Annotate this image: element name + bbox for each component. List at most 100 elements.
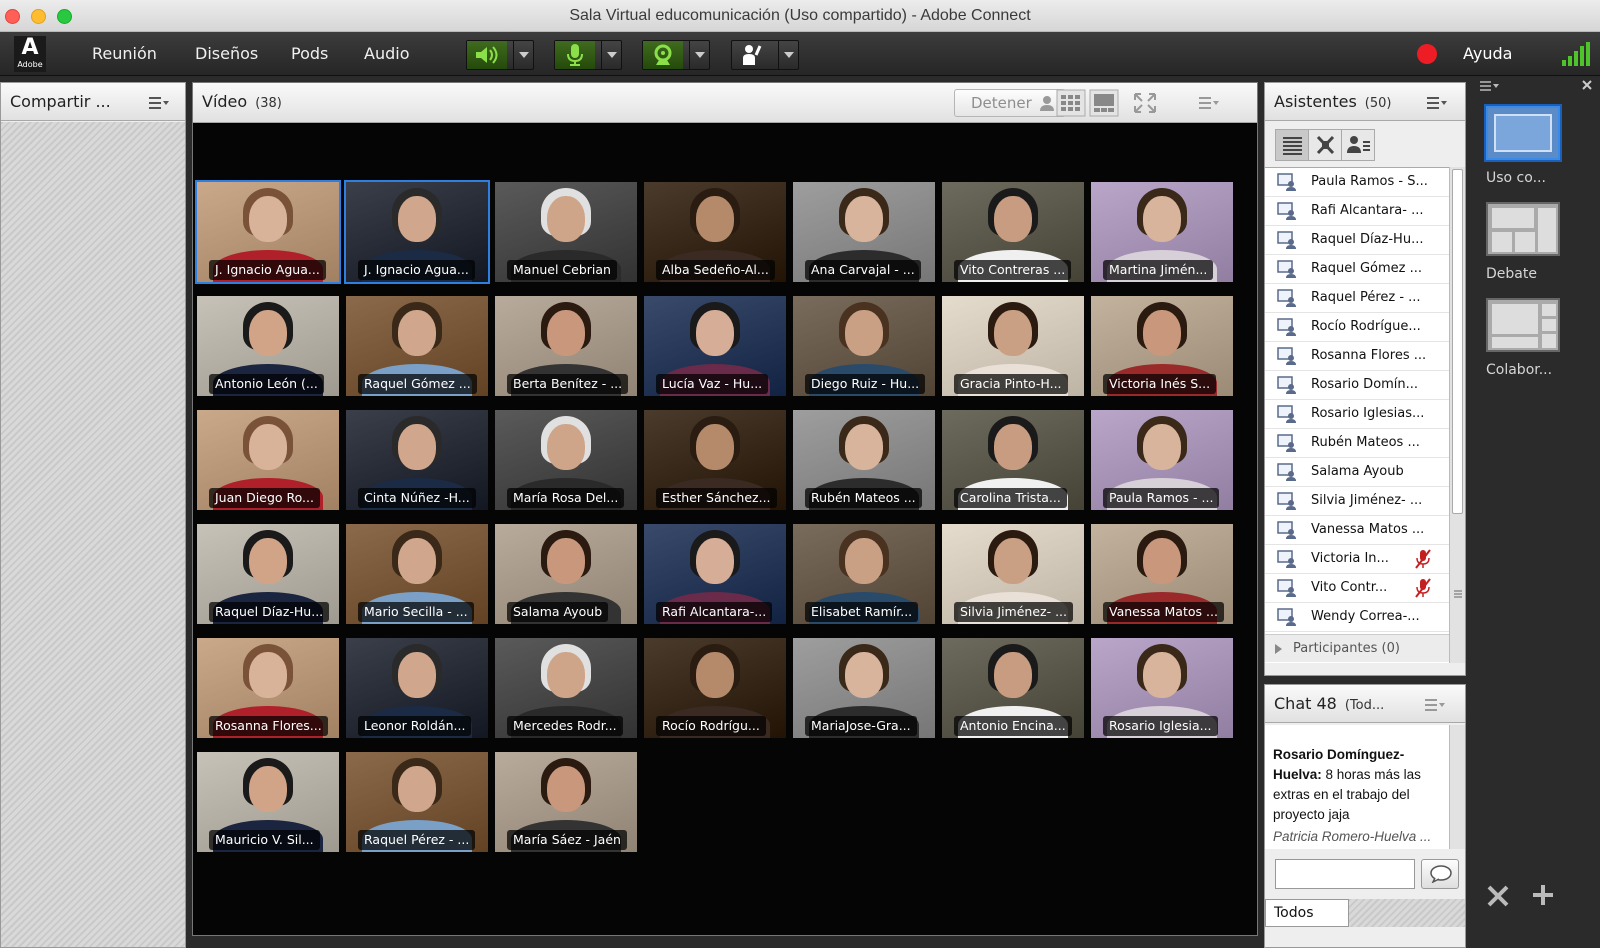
video-tile[interactable]: Vanessa Matos ... bbox=[1091, 524, 1233, 624]
microphone-dropdown[interactable] bbox=[601, 41, 621, 69]
stop-webcam-button[interactable]: Detener bbox=[954, 89, 1066, 117]
scrollbar-thumb[interactable] bbox=[1452, 169, 1463, 514]
attendee-role-icon bbox=[1277, 173, 1296, 191]
video-tile-name: Raquel Díaz-Hu... bbox=[209, 602, 330, 622]
camera-button[interactable] bbox=[642, 40, 710, 70]
status-dropdown[interactable] bbox=[778, 41, 798, 69]
camera-dropdown[interactable] bbox=[689, 41, 709, 69]
fullscreen-icon[interactable] bbox=[1130, 89, 1160, 117]
video-tile[interactable]: Gracia Pinto-H... bbox=[942, 296, 1084, 396]
video-tile-name: Juan Diego Ro... bbox=[209, 488, 320, 508]
pod-options-menu-icon[interactable] bbox=[1425, 698, 1445, 712]
video-tile[interactable]: Raquel Pérez - ... bbox=[346, 752, 488, 852]
layout-tools-icon[interactable] bbox=[1486, 884, 1510, 908]
pod-options-menu-icon[interactable] bbox=[1427, 96, 1447, 110]
layout-option[interactable]: Uso co... bbox=[1486, 106, 1564, 186]
attendee-row[interactable]: Raquel Díaz-Hu... bbox=[1265, 226, 1449, 255]
video-tile[interactable]: María Sáez - Jaén bbox=[495, 752, 637, 852]
video-tile[interactable]: Paula Ramos - ... bbox=[1091, 410, 1233, 510]
pod-options-menu-icon[interactable] bbox=[1199, 96, 1219, 110]
participant-face bbox=[398, 424, 436, 470]
chat-messages: Rosario Domínguez-Huelva: 8 horas más la… bbox=[1265, 725, 1449, 849]
attendee-row[interactable]: Vanessa Matos ... bbox=[1265, 516, 1449, 545]
add-layout-icon[interactable] bbox=[1532, 884, 1554, 906]
grid-view-icon[interactable] bbox=[1056, 89, 1086, 117]
attendee-row[interactable]: Wendy Correa-... bbox=[1265, 603, 1449, 632]
video-tile[interactable]: Diego Ruiz - Hu... bbox=[793, 296, 935, 396]
video-tile[interactable]: Leonor Roldán... bbox=[346, 638, 488, 738]
video-tile[interactable]: Mario Secilla - ... bbox=[346, 524, 488, 624]
video-tile[interactable]: J. Ignacio Agua... bbox=[344, 180, 490, 284]
video-tile[interactable]: Rosanna Flores... bbox=[197, 638, 339, 738]
video-tile[interactable]: Raquel Gómez ... bbox=[346, 296, 488, 396]
attendee-row[interactable]: Paula Ramos - S... bbox=[1265, 168, 1449, 197]
layout-option[interactable]: Colabor... bbox=[1486, 298, 1564, 378]
attendee-row[interactable]: Rosanna Flores ... bbox=[1265, 342, 1449, 371]
help-menu[interactable]: Ayuda bbox=[1463, 44, 1512, 63]
attendee-row[interactable]: Rubén Mateos ... bbox=[1265, 429, 1449, 458]
attendee-row[interactable]: Silvia Jiménez- ... bbox=[1265, 487, 1449, 516]
menu-reunion[interactable]: Reunión bbox=[92, 44, 157, 63]
video-tile[interactable]: Mauricio V. Sil... bbox=[197, 752, 339, 852]
video-tile[interactable]: Carolina Trista... bbox=[942, 410, 1084, 510]
video-tile[interactable]: Juan Diego Ro... bbox=[197, 410, 339, 510]
attendee-row[interactable]: Vito Contr... bbox=[1265, 574, 1449, 603]
close-icon[interactable] bbox=[1582, 80, 1592, 90]
record-indicator-icon[interactable] bbox=[1417, 44, 1437, 64]
chat-recipient-selector[interactable]: Todos bbox=[1265, 899, 1349, 927]
attendee-row[interactable]: Salama Ayoub bbox=[1265, 458, 1449, 487]
video-tile[interactable]: MariaJose-Gra... bbox=[793, 638, 935, 738]
chat-bubble-icon bbox=[1430, 865, 1452, 883]
video-tile[interactable]: Elisabet Ramír... bbox=[793, 524, 935, 624]
status-view-tab[interactable] bbox=[1342, 130, 1375, 160]
participants-group[interactable]: Participantes (0) bbox=[1265, 634, 1449, 662]
video-tile[interactable]: Rafi Alcantara-... bbox=[644, 524, 786, 624]
attendee-list-scrollbar[interactable] bbox=[1449, 167, 1465, 663]
status-button[interactable] bbox=[731, 40, 799, 70]
video-tile[interactable]: Silvia Jiménez- ... bbox=[942, 524, 1084, 624]
video-tile[interactable]: María Rosa Del... bbox=[495, 410, 637, 510]
video-tile[interactable]: Berta Benítez - ... bbox=[495, 296, 637, 396]
send-message-button[interactable] bbox=[1421, 859, 1459, 889]
video-tile[interactable]: Salama Ayoub bbox=[495, 524, 637, 624]
video-tile[interactable]: Vito Contreras ... bbox=[942, 182, 1084, 282]
video-tile[interactable]: Antonio Encina... bbox=[942, 638, 1084, 738]
layout-option[interactable]: Debate bbox=[1486, 202, 1564, 282]
menu-disenos[interactable]: Diseños bbox=[195, 44, 258, 63]
video-tile[interactable]: Alba Sedeño-Al... bbox=[644, 182, 786, 282]
video-tile[interactable]: Esther Sánchez... bbox=[644, 410, 786, 510]
attendee-row[interactable]: Rafi Alcantara- ... bbox=[1265, 197, 1449, 226]
video-tile[interactable]: Mercedes Rodr... bbox=[495, 638, 637, 738]
microphone-button[interactable] bbox=[554, 40, 622, 70]
video-tile[interactable]: Cinta Núñez -H... bbox=[346, 410, 488, 510]
video-tile[interactable]: Martina Jimén... bbox=[1091, 182, 1233, 282]
video-tile[interactable]: Lucía Vaz - Hu... bbox=[644, 296, 786, 396]
attendee-row[interactable]: Rosario Domín... bbox=[1265, 371, 1449, 400]
speaker-dropdown[interactable] bbox=[513, 41, 533, 69]
video-tile[interactable]: Rubén Mateos ... bbox=[793, 410, 935, 510]
attendee-row[interactable]: Rosario Iglesias... bbox=[1265, 400, 1449, 429]
video-tile[interactable]: Manuel Cebrian bbox=[495, 182, 637, 282]
breakout-view-tab[interactable] bbox=[1309, 130, 1342, 160]
video-tile[interactable]: Raquel Díaz-Hu... bbox=[197, 524, 339, 624]
chat-scrollbar[interactable] bbox=[1449, 725, 1465, 849]
video-tile[interactable]: J. Ignacio Agua... bbox=[195, 180, 341, 284]
pod-options-menu-icon[interactable] bbox=[149, 96, 169, 110]
attendee-role-icon bbox=[1277, 550, 1296, 568]
speaker-button[interactable] bbox=[466, 40, 534, 70]
video-tile[interactable]: Rosario Iglesia... bbox=[1091, 638, 1233, 738]
layouts-menu-icon[interactable] bbox=[1480, 80, 1500, 92]
attendee-row[interactable]: Raquel Pérez - ... bbox=[1265, 284, 1449, 313]
menu-audio[interactable]: Audio bbox=[364, 44, 409, 63]
attendee-row[interactable]: Rocío Rodrígue... bbox=[1265, 313, 1449, 342]
filmstrip-view-icon[interactable] bbox=[1089, 89, 1119, 117]
attendee-row[interactable]: Raquel Gómez ... bbox=[1265, 255, 1449, 284]
video-tile[interactable]: Rocío Rodrígu... bbox=[644, 638, 786, 738]
list-view-tab[interactable] bbox=[1276, 130, 1309, 160]
video-tile[interactable]: Ana Carvajal - ... bbox=[793, 182, 935, 282]
video-tile[interactable]: Victoria Inés S... bbox=[1091, 296, 1233, 396]
chat-input[interactable] bbox=[1275, 859, 1415, 889]
video-tile[interactable]: Antonio León (... bbox=[197, 296, 339, 396]
menu-pods[interactable]: Pods bbox=[291, 44, 328, 63]
attendee-row[interactable]: Victoria In... bbox=[1265, 545, 1449, 574]
